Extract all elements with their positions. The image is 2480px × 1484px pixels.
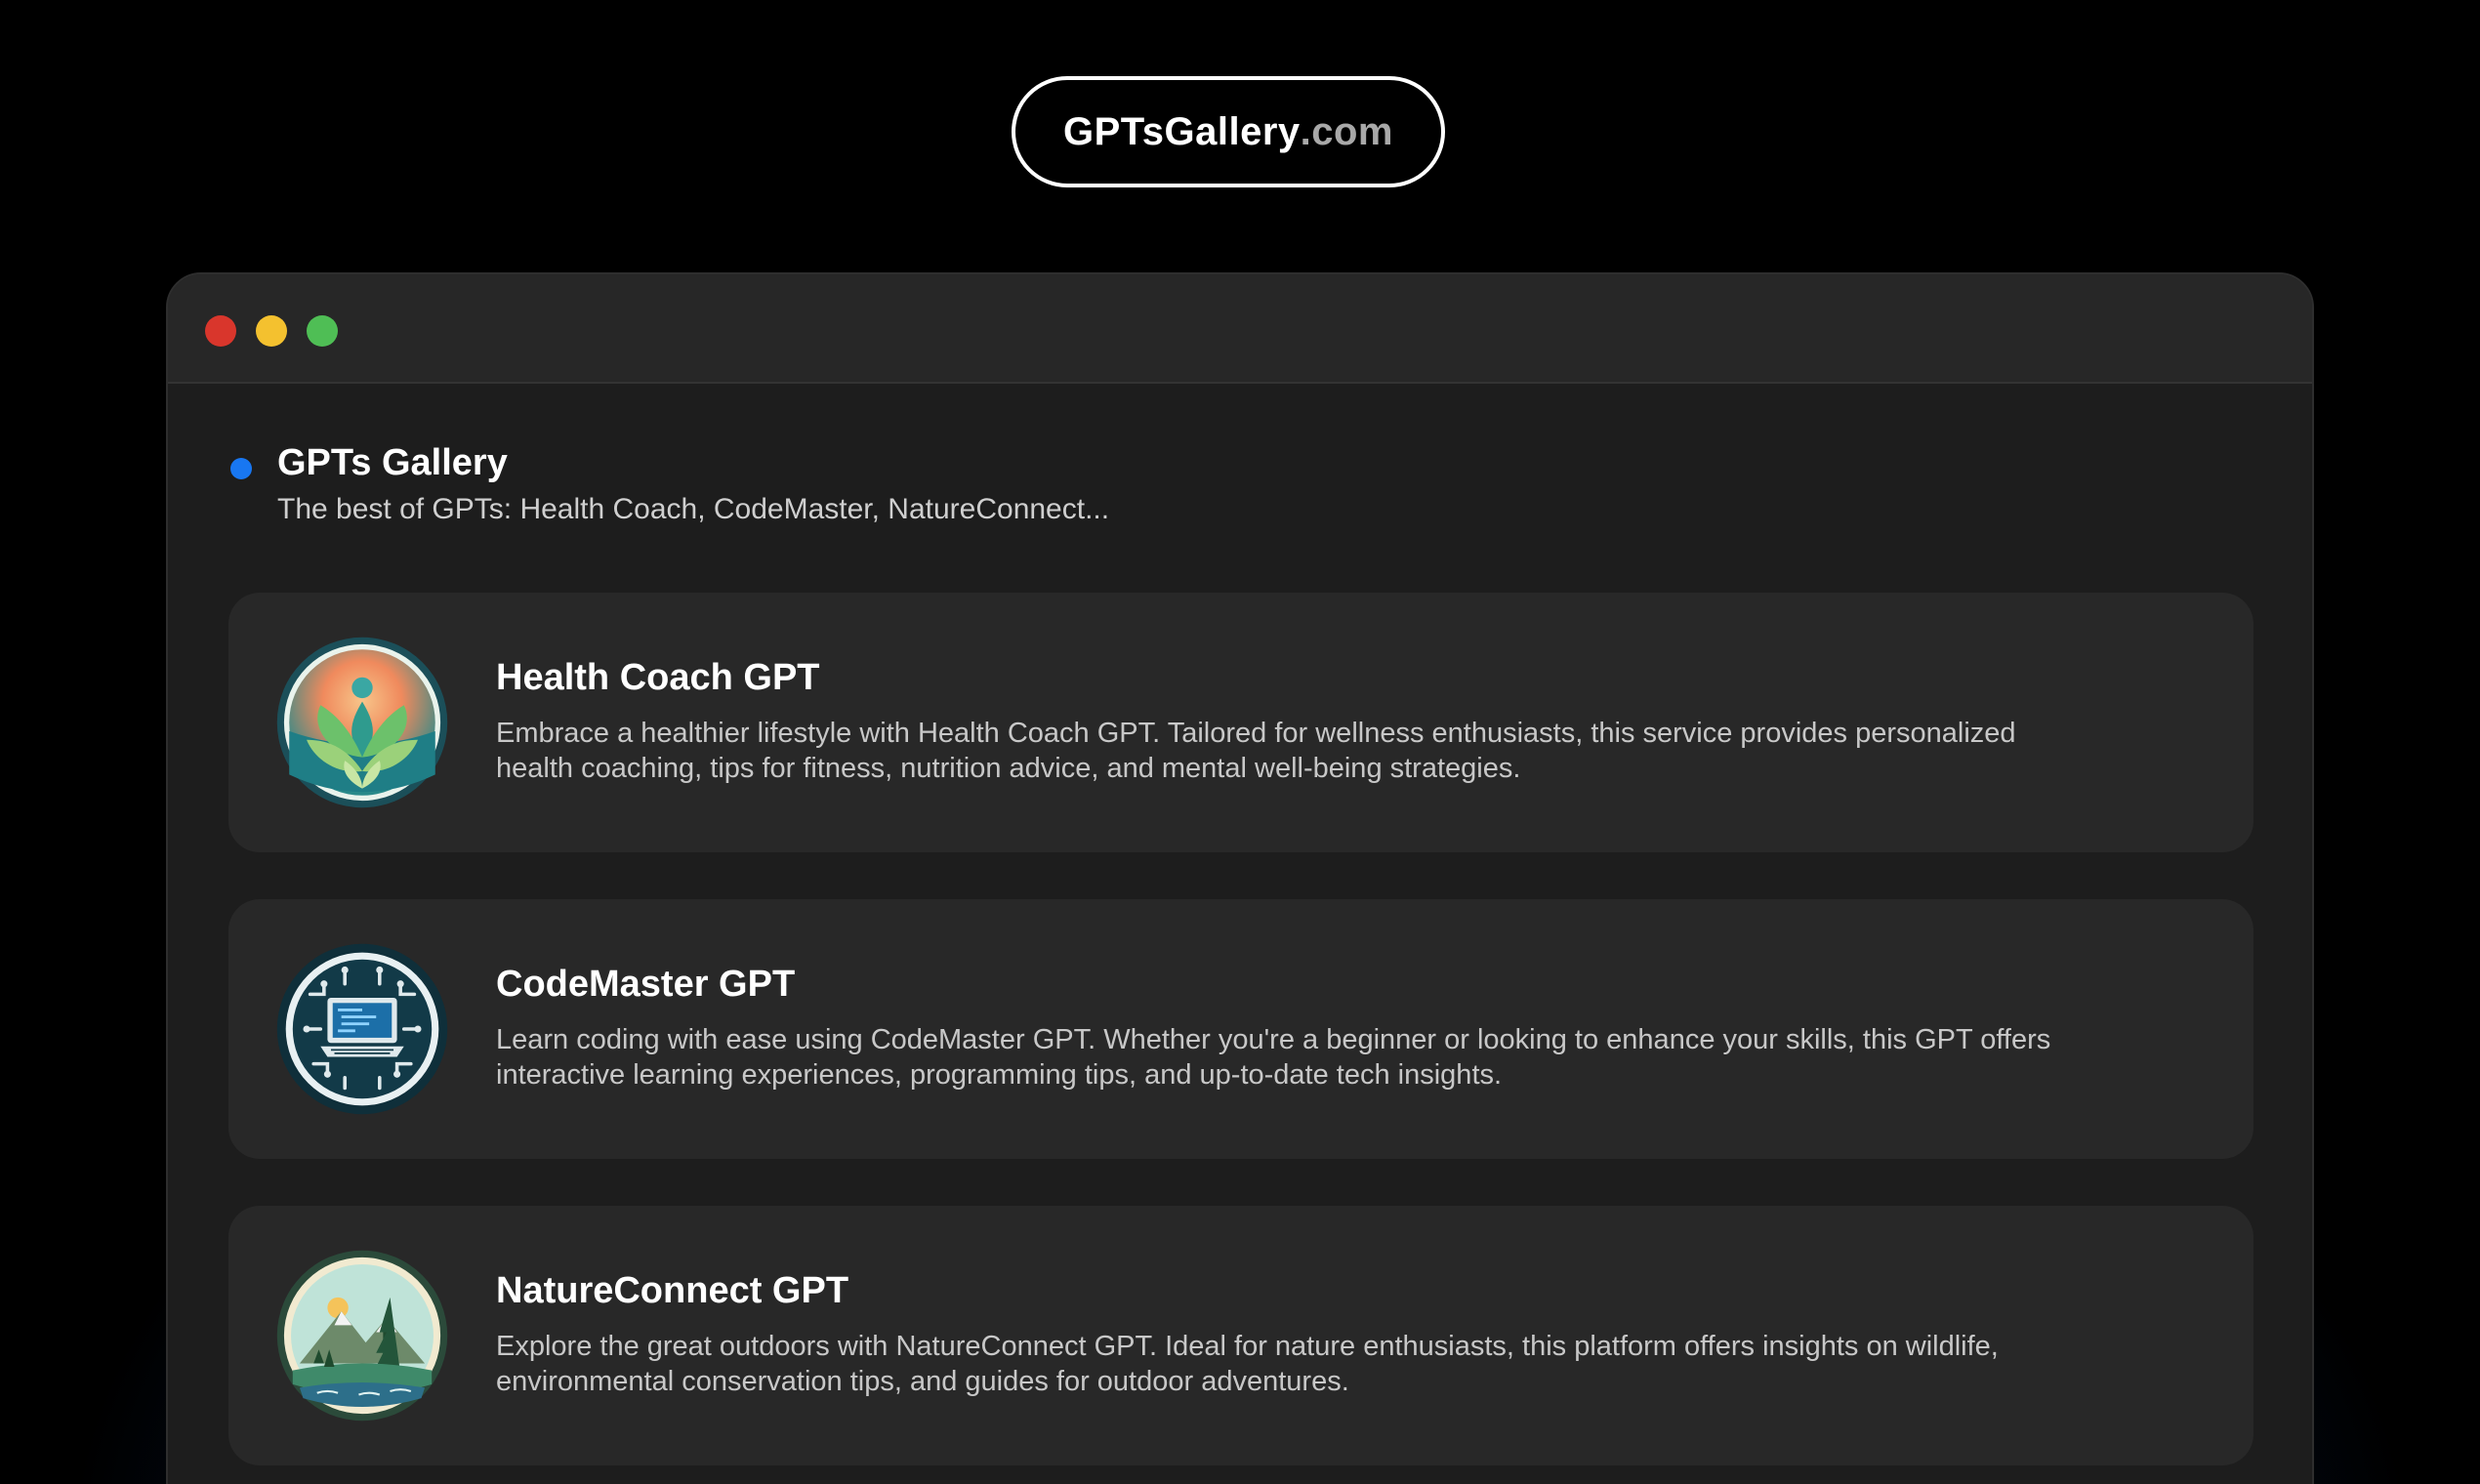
brand-name: GPTsGallery xyxy=(1062,109,1301,153)
card-title: CodeMaster GPT xyxy=(496,964,796,1005)
gpt-card-codemaster[interactable]: CodeMaster GPT Learn coding with ease us… xyxy=(228,899,2253,1159)
mountain-forest-icon xyxy=(276,1250,448,1422)
maximize-window-button[interactable] xyxy=(307,315,338,347)
card-description: Learn coding with ease using CodeMaster … xyxy=(496,1024,2051,1091)
card-title: NatureConnect GPT xyxy=(496,1270,849,1311)
minimize-window-button[interactable] xyxy=(256,315,287,347)
card-description: Embrace a healthier lifestyle with Healt… xyxy=(496,718,2016,784)
status-dot-icon xyxy=(230,458,252,479)
card-title: Health Coach GPT xyxy=(496,657,820,698)
window-titlebar xyxy=(168,274,2312,384)
wellness-lotus-icon xyxy=(276,637,448,808)
page-title: GPTs Gallery xyxy=(277,442,508,483)
gpt-card-health-coach[interactable]: Health Coach GPT Embrace a healthier lif… xyxy=(228,593,2253,852)
app-window: GPTs Gallery The best of GPTs: Health Co… xyxy=(166,272,2314,1484)
brand-link[interactable]: GPTsGallery .com xyxy=(1012,76,1445,187)
brand-tld: .com xyxy=(1300,109,1393,153)
page-background: GPTsGallery .com GPTs Gallery The best of… xyxy=(0,0,2480,1484)
laptop-circuit-icon xyxy=(276,943,448,1115)
gpt-card-natureconnect[interactable]: NatureConnect GPT Explore the great outd… xyxy=(228,1206,2253,1465)
card-description: Explore the great outdoors with NatureCo… xyxy=(496,1331,1999,1397)
page-subtitle: The best of GPTs: Health Coach, CodeMast… xyxy=(277,493,1110,525)
close-window-button[interactable] xyxy=(205,315,236,347)
